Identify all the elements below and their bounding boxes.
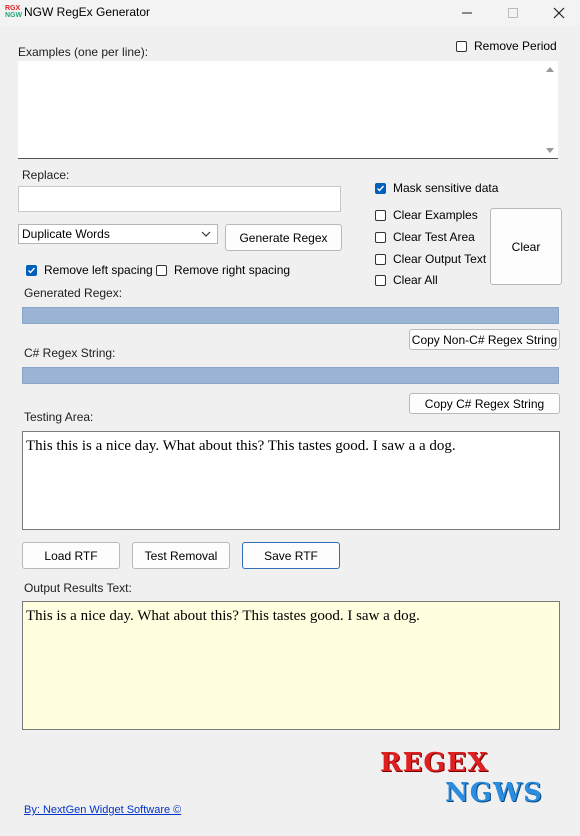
mask-sensitive-checkbox[interactable]: Mask sensitive data <box>375 181 498 195</box>
examples-scrollbar[interactable] <box>542 61 558 158</box>
close-button[interactable] <box>536 0 580 26</box>
minimize-icon <box>462 12 472 14</box>
footer-link[interactable]: By: NextGen Widget Software © <box>24 804 181 816</box>
copy-non-csharp-button[interactable]: Copy Non-C# Regex String <box>409 329 560 350</box>
clear-examples-label: Clear Examples <box>393 208 478 222</box>
clear-all-label: Clear All <box>393 273 438 287</box>
test-removal-button[interactable]: Test Removal <box>132 542 230 569</box>
save-rtf-button[interactable]: Save RTF <box>242 542 340 569</box>
maximize-icon <box>508 8 518 18</box>
clear-output-text-checkbox[interactable]: Clear Output Text <box>375 252 486 266</box>
generated-regex-label: Generated Regex: <box>24 286 123 300</box>
clear-all-checkbox[interactable]: Clear All <box>375 273 438 287</box>
clear-output-text-check <box>375 253 386 265</box>
clear-examples-checkbox[interactable]: Clear Examples <box>375 208 478 222</box>
load-rtf-button[interactable]: Load RTF <box>22 542 120 569</box>
clear-test-area-check <box>375 231 386 243</box>
replace-input[interactable] <box>18 186 341 212</box>
mask-sensitive-check <box>375 182 386 194</box>
mask-sensitive-label: Mask sensitive data <box>393 181 499 195</box>
testing-area-label: Testing Area: <box>24 410 94 424</box>
regex-ngws-logo: REGEX NGWS <box>380 748 543 810</box>
clear-all-check <box>375 274 386 286</box>
generated-regex-field[interactable] <box>22 307 559 324</box>
remove-period-check <box>456 40 467 52</box>
scroll-arrows-icon <box>546 67 554 153</box>
app-icon: RGX NGW <box>5 5 23 19</box>
output-results-text[interactable]: This is a nice day. What about this? Thi… <box>22 601 560 730</box>
testing-area-input[interactable]: This this is a nice day. What about this… <box>22 431 560 530</box>
generate-regex-button[interactable]: Generate Regex <box>225 224 342 251</box>
output-label: Output Results Text: <box>24 581 132 595</box>
remove-left-spacing-checkbox[interactable]: Remove left spacing <box>26 263 153 277</box>
remove-right-spacing-check <box>156 264 167 276</box>
clear-button[interactable]: Clear <box>490 208 562 285</box>
copy-csharp-button[interactable]: Copy C# Regex String <box>409 393 560 414</box>
remove-left-spacing-label: Remove left spacing <box>44 263 153 277</box>
clear-test-area-checkbox[interactable]: Clear Test Area <box>375 230 475 244</box>
examples-textarea[interactable] <box>18 61 558 159</box>
clear-test-area-label: Clear Test Area <box>393 230 475 244</box>
remove-period-label: Remove Period <box>474 39 557 53</box>
replace-label: Replace: <box>22 168 70 182</box>
mode-select[interactable]: Duplicate Words <box>18 224 218 244</box>
logo-line-2: NGWS <box>445 778 543 808</box>
clear-examples-check <box>375 209 386 221</box>
close-icon <box>553 7 565 19</box>
remove-left-spacing-check <box>26 264 37 276</box>
minimize-button[interactable] <box>444 0 490 26</box>
maximize-button <box>490 0 536 26</box>
window-title: NGW RegEx Generator <box>24 5 151 19</box>
clear-output-text-label: Clear Output Text <box>393 252 487 266</box>
app-icon-line-2: NGW <box>5 12 23 19</box>
csharp-regex-label: C# Regex String: <box>24 346 116 360</box>
chevron-down-icon <box>201 231 211 237</box>
app-icon-line-1: RGX <box>5 5 21 12</box>
remove-right-spacing-label: Remove right spacing <box>174 263 291 277</box>
csharp-regex-field[interactable] <box>22 367 559 384</box>
remove-right-spacing-checkbox[interactable]: Remove right spacing <box>156 263 290 277</box>
mode-select-value: Duplicate Words <box>22 227 110 241</box>
checkmark-icon <box>377 185 385 192</box>
remove-period-checkbox[interactable]: Remove Period <box>456 39 557 53</box>
examples-label: Examples (one per line): <box>18 45 149 59</box>
logo-line-1: REGEX <box>380 748 489 778</box>
checkmark-icon <box>28 267 36 274</box>
